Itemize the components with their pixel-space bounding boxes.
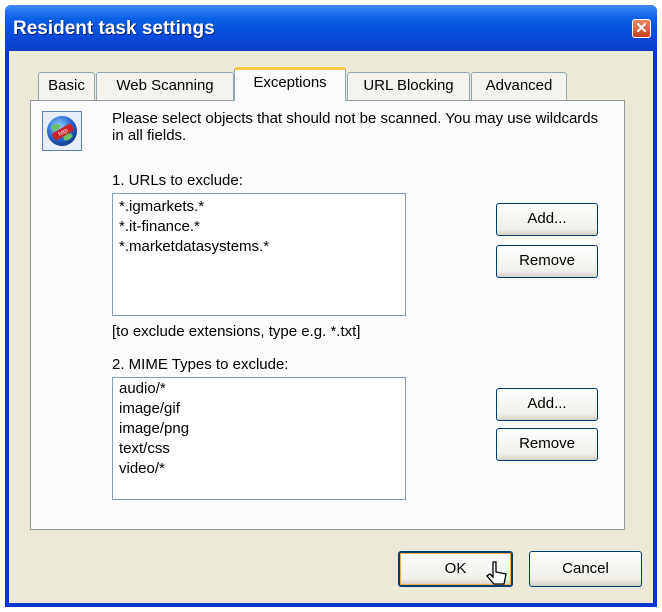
- mime-listbox[interactable]: audio/* image/gif image/png text/css vid…: [112, 377, 406, 500]
- title-bar[interactable]: Resident task settings ✕: [5, 5, 657, 51]
- mime-remove-button[interactable]: Remove: [496, 428, 598, 461]
- cancel-button[interactable]: Cancel: [529, 551, 642, 587]
- list-item[interactable]: *.marketdatasystems.*: [119, 237, 399, 257]
- list-item[interactable]: *.igmarkets.*: [119, 197, 399, 217]
- urls-label: 1. URLs to exclude:: [112, 172, 243, 189]
- tab-basic[interactable]: Basic: [38, 72, 95, 100]
- extensions-hint: [to exclude extensions, type e.g. *.txt]: [112, 323, 361, 340]
- list-item[interactable]: video/*: [119, 459, 399, 479]
- mime-label: 2. MIME Types to exclude:: [112, 356, 289, 373]
- dialog-client-area: Basic Web Scanning Exceptions URL Blocki…: [9, 51, 653, 603]
- exceptions-panel: http Please select objects that should n…: [30, 100, 625, 530]
- list-item[interactable]: *.it-finance.*: [119, 217, 399, 237]
- urls-add-button[interactable]: Add...: [496, 203, 598, 236]
- list-item[interactable]: image/png: [119, 419, 399, 439]
- tab-advanced[interactable]: Advanced: [471, 72, 567, 100]
- urls-remove-button[interactable]: Remove: [496, 245, 598, 278]
- list-item[interactable]: text/css: [119, 439, 399, 459]
- window-title: Resident task settings: [13, 18, 215, 39]
- tab-url-blocking[interactable]: URL Blocking: [347, 72, 470, 100]
- tab-web-scanning[interactable]: Web Scanning: [96, 72, 234, 100]
- tab-exceptions[interactable]: Exceptions: [234, 67, 346, 101]
- globe-http-icon: http: [42, 111, 82, 151]
- list-item[interactable]: image/gif: [119, 399, 399, 419]
- urls-listbox[interactable]: *.igmarkets.* *.it-finance.* *.marketdat…: [112, 193, 406, 316]
- close-icon[interactable]: ✕: [632, 19, 651, 38]
- description-text: Please select objects that should not be…: [112, 110, 599, 144]
- mime-add-button[interactable]: Add...: [496, 388, 598, 421]
- settings-dialog: Resident task settings ✕ Basic Web Scann…: [5, 5, 657, 607]
- list-item[interactable]: audio/*: [119, 379, 399, 399]
